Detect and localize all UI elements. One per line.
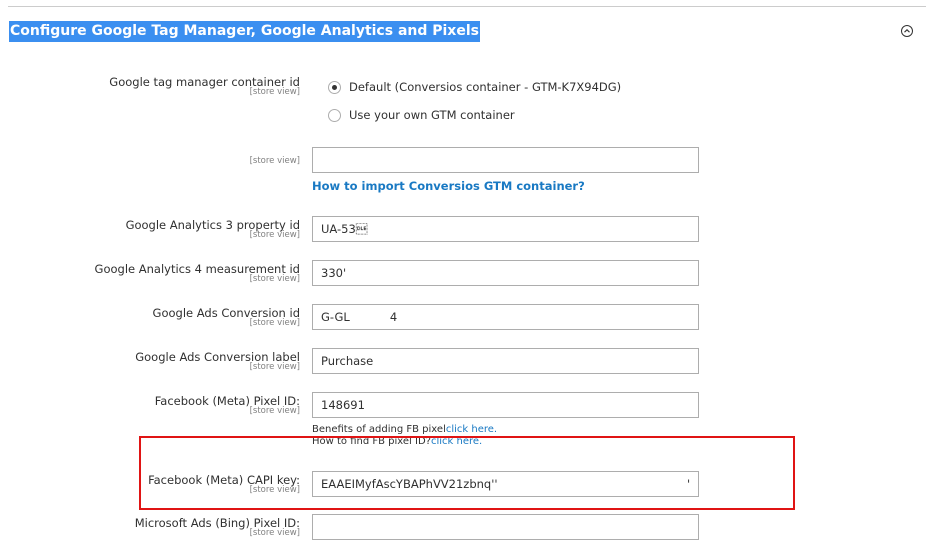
import-gtm-link[interactable]: How to import Conversios GTM container? <box>312 179 585 193</box>
radio-own-container[interactable] <box>328 108 341 122</box>
ga3-property-input[interactable]: UA-53 <box>312 216 699 242</box>
store-view-scope: [store view] <box>249 156 300 166</box>
collapse-section-button[interactable] <box>901 25 913 37</box>
fb-pixel-benefits-link[interactable]: click here. <box>446 424 497 435</box>
gtm-custom-container-input[interactable] <box>312 147 699 173</box>
gtm-option-own-label: Use your own GTM container <box>349 108 515 122</box>
radio-default-selected[interactable] <box>328 80 341 94</box>
gtm-option-default-label: Default (Conversios container - GTM-K7X9… <box>349 80 622 94</box>
section-title: Configure Google Tag Manager, Google Ana… <box>9 21 480 42</box>
chevron-up-icon <box>904 29 910 33</box>
fb-pixel-benefits-note: Benefits of adding FB pixelclick here. <box>312 424 498 435</box>
top-divider <box>8 6 926 7</box>
fb-pixel-input[interactable]: 148691 <box>312 392 699 418</box>
store-view-scope: [store view] <box>249 230 300 240</box>
ads-conversion-id-value-prefix: G-GL <box>321 310 350 324</box>
store-view-scope: [store view] <box>249 362 300 372</box>
store-view-scope: [store view] <box>249 528 300 538</box>
gtm-option-own[interactable]: Use your own GTM container <box>328 108 515 122</box>
store-view-scope: [store view] <box>249 274 300 284</box>
ads-conversion-id-input[interactable]: G-GL 4 <box>312 304 699 330</box>
ga4-measurement-input[interactable]: 330' <box>312 260 699 286</box>
store-view-scope: [store view] <box>249 406 300 416</box>
highlight-annotation-box <box>139 436 795 510</box>
store-view-scope: [store view] <box>249 87 300 97</box>
gtm-option-default[interactable]: Default (Conversios container - GTM-K7X9… <box>328 80 621 94</box>
ads-conversion-label-input[interactable]: Purchase <box>312 348 699 374</box>
bing-pixel-input[interactable] <box>312 514 699 540</box>
ads-conversion-id-value-suffix: 4 <box>389 310 398 324</box>
store-view-scope: [store view] <box>249 318 300 328</box>
